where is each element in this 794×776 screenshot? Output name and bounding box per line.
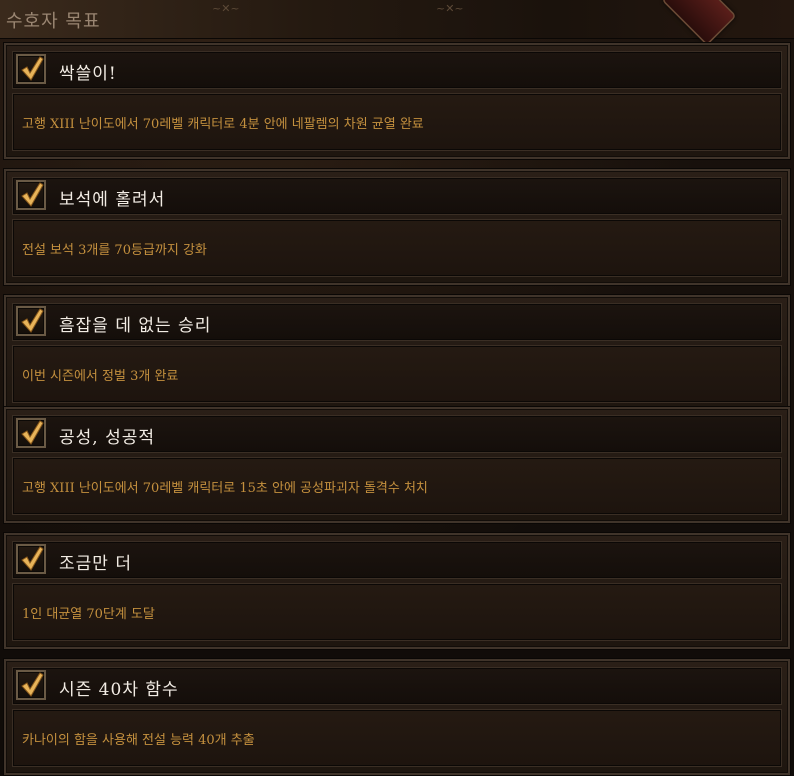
achievement-description: 카나이의 함을 사용해 전설 능력 40개 추출 <box>22 733 255 748</box>
achievement-title: 시즌 40차 함수 <box>59 680 179 700</box>
checkmark-icon <box>21 546 44 571</box>
achievement-card[interactable]: 시즌 40차 함수 카나이의 함을 사용해 전설 능력 40개 추출 <box>3 658 791 776</box>
checkmark-icon <box>21 182 44 207</box>
checkmark-icon <box>21 420 44 445</box>
achievement-description-box: 전설 보석 3개를 70등급까지 강화 <box>12 219 782 277</box>
achievement-description-box: 고행 XIII 난이도에서 70레벨 캐릭터로 4분 안에 네팔렘의 차원 균열… <box>12 93 782 151</box>
achievement-checkbox <box>16 180 46 210</box>
achievement-title: 보석에 홀려서 <box>59 190 166 210</box>
achievement-title-bar: 흠잡을 데 없는 승리 <box>12 303 782 341</box>
achievement-title-bar: 싹쓸이! <box>12 51 782 89</box>
achievement-description: 고행 XIII 난이도에서 70레벨 캐릭터로 4분 안에 네팔렘의 차원 균열… <box>22 117 424 132</box>
achievement-title-bar: 공성, 성공적 <box>12 415 782 453</box>
season-emblem-icon <box>661 0 737 46</box>
achievement-title: 흠잡을 데 없는 승리 <box>59 316 212 336</box>
achievement-card[interactable]: 보석에 홀려서 전설 보석 3개를 70등급까지 강화 <box>3 168 791 286</box>
achievement-description-box: 이번 시즌에서 정벌 3개 완료 <box>12 345 782 403</box>
achievement-card[interactable]: 공성, 성공적 고행 XIII 난이도에서 70레벨 캐릭터로 15초 안에 공… <box>3 406 791 524</box>
panel-header: 수호자 목표 ~✕~ ~✕~ <box>0 0 794 46</box>
panel-title: 수호자 목표 <box>6 11 101 32</box>
achievement-title-bar: 시즌 40차 함수 <box>12 667 782 705</box>
achievement-card[interactable]: 흠잡을 데 없는 승리 이번 시즌에서 정벌 3개 완료 <box>3 294 791 412</box>
achievement-description-box: 고행 XIII 난이도에서 70레벨 캐릭터로 15초 안에 공성파괴자 돌격수… <box>12 457 782 515</box>
achievement-title: 싹쓸이! <box>59 64 117 84</box>
achievement-title-bar: 보석에 홀려서 <box>12 177 782 215</box>
decor-glyph: ~✕~ <box>436 2 464 15</box>
achievement-description: 전설 보석 3개를 70등급까지 강화 <box>22 243 207 258</box>
decor-glyph: ~✕~ <box>212 2 240 15</box>
achievement-checkbox <box>16 670 46 700</box>
achievement-checkbox <box>16 306 46 336</box>
achievement-card[interactable]: 조금만 더 1인 대균열 70단계 도달 <box>3 532 791 650</box>
achievement-title: 공성, 성공적 <box>59 428 156 448</box>
achievement-description-box: 카나이의 함을 사용해 전설 능력 40개 추출 <box>12 709 782 767</box>
checkmark-icon <box>21 672 44 697</box>
objectives-panel: 수호자 목표 ~✕~ ~✕~ 싹쓸이! 고행 XIII 난이도에서 70레벨 캐… <box>0 0 794 776</box>
achievement-description: 이번 시즌에서 정벌 3개 완료 <box>22 369 179 384</box>
achievement-title: 조금만 더 <box>59 554 132 574</box>
achievement-checkbox <box>16 54 46 84</box>
achievement-checkbox <box>16 418 46 448</box>
achievement-description-box: 1인 대균열 70단계 도달 <box>12 583 782 641</box>
achievement-checkbox <box>16 544 46 574</box>
achievement-description: 고행 XIII 난이도에서 70레벨 캐릭터로 15초 안에 공성파괴자 돌격수… <box>22 481 428 496</box>
checkmark-icon <box>21 308 44 333</box>
achievement-title-bar: 조금만 더 <box>12 541 782 579</box>
achievement-description: 1인 대균열 70단계 도달 <box>22 607 155 622</box>
achievement-card[interactable]: 싹쓸이! 고행 XIII 난이도에서 70레벨 캐릭터로 4분 안에 네팔렘의 … <box>3 42 791 160</box>
checkmark-icon <box>21 56 44 81</box>
